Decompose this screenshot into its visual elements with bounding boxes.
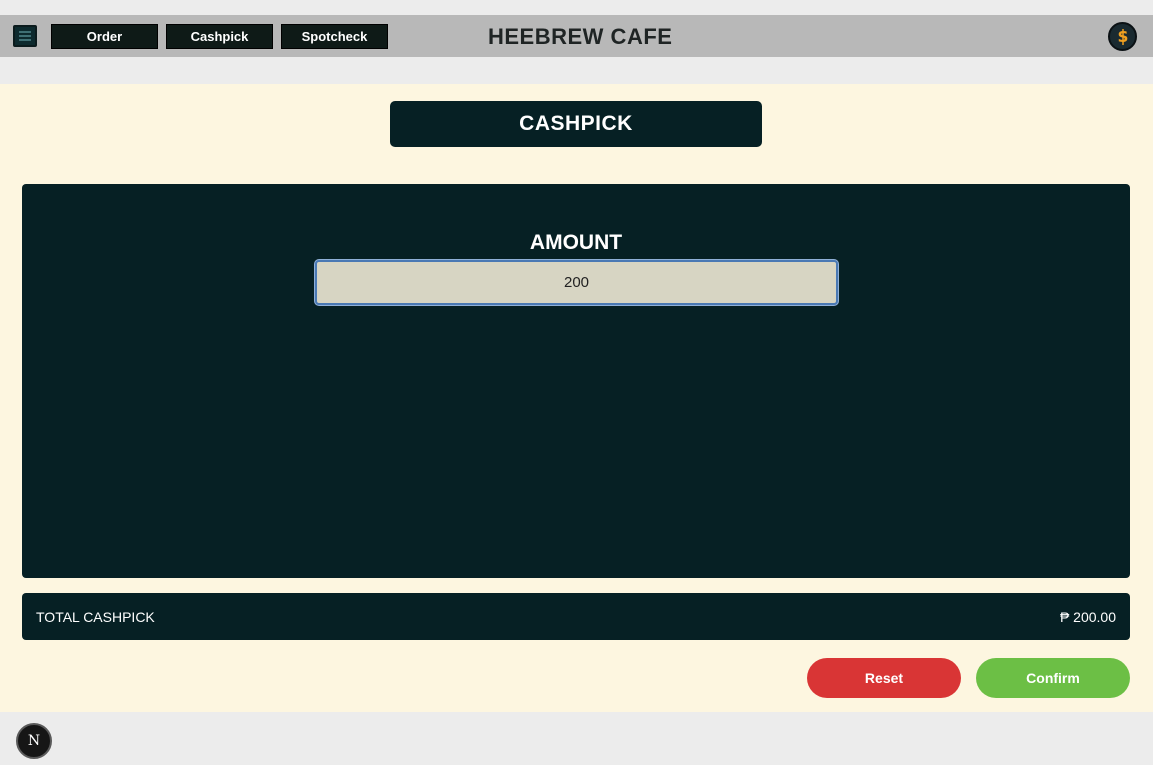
nextjs-logo-icon[interactable]: N [16, 723, 52, 759]
main-content: CASHPICK AMOUNT TOTAL CASHPICK ₱ 200.00 … [0, 84, 1153, 712]
nav-cashpick-button[interactable]: Cashpick [166, 24, 273, 49]
coin-currency-icon[interactable]: S [1108, 22, 1137, 51]
total-cashpick-value: ₱ 200.00 [1059, 608, 1116, 625]
total-cashpick-label: TOTAL CASHPICK [36, 608, 155, 625]
amount-panel: AMOUNT [22, 184, 1130, 578]
total-cashpick-bar: TOTAL CASHPICK ₱ 200.00 [22, 593, 1130, 640]
reset-button[interactable]: Reset [807, 658, 961, 698]
top-navigation-bar: Order Cashpick Spotcheck HEEBREW CAFE S [0, 15, 1153, 57]
confirm-button[interactable]: Confirm [976, 658, 1130, 698]
amount-input[interactable] [315, 260, 838, 305]
hamburger-menu-icon[interactable] [13, 25, 37, 47]
page-title: CASHPICK [390, 101, 762, 147]
amount-label: AMOUNT [529, 231, 623, 254]
brand-title: HEEBREW CAFE [488, 24, 673, 49]
nav-spotcheck-button[interactable]: Spotcheck [281, 24, 388, 49]
nav-order-button[interactable]: Order [51, 24, 158, 49]
